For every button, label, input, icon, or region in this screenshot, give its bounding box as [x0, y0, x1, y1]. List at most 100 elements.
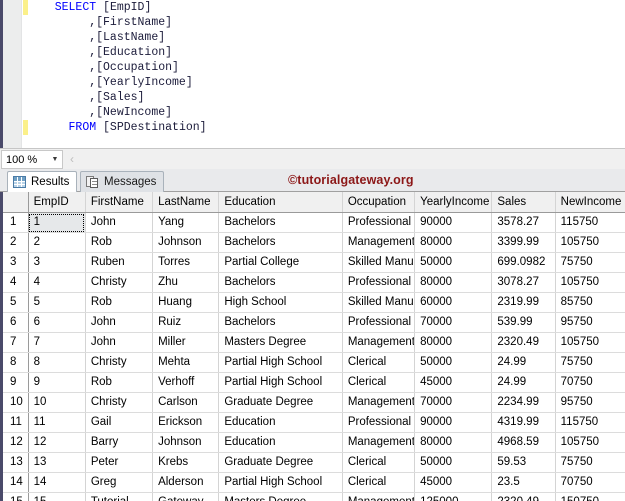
table-cell-sales[interactable]: 3578.27 [491, 212, 556, 233]
table-cell-lastname[interactable]: Krebs [152, 452, 220, 473]
table-cell-yearlyincome[interactable]: 50000 [414, 352, 493, 373]
table-cell-firstname[interactable]: Rob [85, 292, 154, 313]
table-cell-education[interactable]: Education [218, 432, 343, 453]
code-line[interactable]: FROM [SPDestination] [23, 120, 625, 135]
table-cell-occupation[interactable]: Skilled Manual [342, 252, 416, 273]
table-row[interactable]: 14 14 Greg Alderson Partial High School Cleri… [3, 472, 625, 493]
table-cell-firstname[interactable]: Barry [85, 432, 154, 453]
table-row[interactable]: 10 10 Christy Carlson Graduate Degree Managem… [3, 392, 625, 413]
table-cell-lastname[interactable]: Yang [152, 212, 220, 233]
table-cell-education[interactable]: Partial College [218, 252, 343, 273]
table-cell-yearlyincome[interactable]: 50000 [414, 252, 493, 273]
table-cell-sales[interactable]: 4319.99 [491, 412, 556, 433]
sql-editor-pane[interactable]: SELECT [EmpID] ,[FirstName] ,[LastName] … [0, 0, 625, 148]
table-cell-occupation[interactable]: Skilled Manual [342, 292, 416, 313]
table-cell-education[interactable]: Partial High School [218, 472, 343, 493]
table-cell-lastname[interactable]: Mehta [152, 352, 220, 373]
table-cell-occupation[interactable]: Professional [342, 212, 416, 233]
table-cell-empid[interactable]: 13 [28, 452, 86, 473]
table-row[interactable]: 55RobHuangHigh SchoolSkilled Manual60000… [3, 292, 625, 313]
table-cell-firstname[interactable]: John [85, 312, 154, 333]
table-row[interactable]: 6 6 John Ruiz Bachelors Professional 70000 539.… [3, 312, 625, 333]
code-line[interactable]: ,[Occupation] [23, 60, 625, 75]
table-cell-occupation[interactable]: Clerical [342, 372, 416, 393]
table-cell-empid[interactable]: 10 [28, 392, 86, 413]
code-line[interactable]: ,[YearlyIncome] [23, 75, 625, 90]
table-cell-occupation[interactable]: Management [342, 332, 416, 353]
table-cell-lastname[interactable]: Carlson [152, 392, 220, 413]
row-number-cell[interactable]: 6 [3, 312, 29, 333]
column-header-empid[interactable]: EmpID [28, 192, 86, 213]
table-row[interactable]: 4 4 Christy Zhu Bachelors Professional 80000 30… [3, 272, 625, 293]
code-line[interactable]: SELECT [EmpID] [23, 0, 625, 15]
table-cell-occupation[interactable]: Management [342, 432, 416, 453]
code-line[interactable]: ,[Education] [23, 45, 625, 60]
table-cell-yearlyincome[interactable]: 125000 [414, 492, 493, 501]
table-cell-firstname[interactable]: John [85, 332, 154, 353]
row-number-cell[interactable]: 14 [3, 472, 29, 493]
editor-indicator-margin[interactable] [3, 0, 22, 148]
table-cell-sales[interactable]: 23.5 [491, 472, 556, 493]
row-number-cell[interactable]: 2 [3, 232, 29, 253]
table-cell-sales[interactable]: 4968.59 [491, 432, 556, 453]
table-cell-empid[interactable]: 3 [28, 252, 86, 273]
table-cell-education[interactable]: Masters Degree [218, 332, 343, 353]
sql-code-area[interactable]: SELECT [EmpID] ,[FirstName] ,[LastName] … [23, 0, 625, 148]
row-number-cell[interactable]: 12 [3, 432, 29, 453]
table-cell-education[interactable]: Graduate Degree [218, 392, 343, 413]
table-cell-newincome[interactable]: 105750 [555, 272, 625, 293]
table-cell-lastname[interactable]: Torres [152, 252, 220, 273]
table-cell-sales[interactable]: 24.99 [491, 372, 556, 393]
table-cell-yearlyincome[interactable]: 80000 [414, 272, 493, 293]
table-cell-lastname[interactable]: Alderson [152, 472, 220, 493]
table-cell-education[interactable]: Graduate Degree [218, 452, 343, 473]
table-cell-newincome[interactable]: 115750 [555, 412, 625, 433]
table-cell-yearlyincome[interactable]: 45000 [414, 472, 493, 493]
table-row[interactable]: 13 13 Peter Krebs Graduate Degree Clerical 500… [3, 452, 625, 473]
table-row[interactable]: 7 7 John Miller Masters Degree Management 8000… [3, 332, 625, 353]
table-cell-occupation[interactable]: Professional [342, 272, 416, 293]
table-cell-occupation[interactable]: Management [342, 392, 416, 413]
table-row[interactable]: 3 3 Ruben Torres Partial College Skilled Manu… [3, 252, 625, 273]
table-cell-sales[interactable]: 539.99 [491, 312, 556, 333]
column-header-education[interactable]: Education [218, 192, 343, 213]
table-cell-empid[interactable]: 4 [28, 272, 86, 293]
table-cell-education[interactable]: Bachelors [218, 272, 343, 293]
table-cell-occupation[interactable]: Management [342, 492, 416, 501]
row-number-cell[interactable]: 9 [3, 372, 29, 393]
table-cell-empid[interactable]: 1 [28, 212, 86, 233]
table-cell-firstname[interactable]: Rob [85, 372, 154, 393]
column-header-occupation[interactable]: Occupation [342, 192, 416, 213]
row-number-cell[interactable]: 4 [3, 272, 29, 293]
table-cell-education[interactable]: Bachelors [218, 232, 343, 253]
table-cell-empid[interactable]: 7 [28, 332, 86, 353]
table-cell-empid[interactable]: 14 [28, 472, 86, 493]
table-cell-firstname[interactable]: Ruben [85, 252, 154, 273]
code-line[interactable]: ,[LastName] [23, 30, 625, 45]
table-cell-empid[interactable]: 12 [28, 432, 86, 453]
table-cell-firstname[interactable]: Christy [85, 392, 154, 413]
table-cell-empid[interactable]: 6 [28, 312, 86, 333]
table-cell-lastname[interactable]: Gateway [152, 492, 220, 501]
table-cell-sales[interactable]: 2319.99 [491, 292, 556, 313]
table-cell-newincome[interactable]: 70750 [555, 372, 625, 393]
table-cell-sales[interactable]: 59.53 [491, 452, 556, 473]
table-cell-newincome[interactable]: 105750 [555, 232, 625, 253]
table-cell-lastname[interactable]: Johnson [152, 432, 220, 453]
table-cell-sales[interactable]: 24.99 [491, 352, 556, 373]
table-cell-empid[interactable]: 11 [28, 412, 86, 433]
table-cell-occupation[interactable]: Clerical [342, 452, 416, 473]
table-cell-newincome[interactable]: 105750 [555, 332, 625, 353]
results-grid[interactable]: EmpID FirstName LastName Education Occup… [0, 192, 625, 501]
table-cell-education[interactable]: Bachelors [218, 312, 343, 333]
table-cell-yearlyincome[interactable]: 70000 [414, 312, 493, 333]
row-number-cell[interactable]: 1 [3, 212, 29, 233]
code-line[interactable]: ,[FirstName] [23, 15, 625, 30]
table-row[interactable]: 12 12 Barry Johnson Education Management 80000… [3, 432, 625, 453]
table-cell-sales[interactable]: 699.0982 [491, 252, 556, 273]
row-number-cell[interactable]: 3 [3, 252, 29, 273]
table-cell-yearlyincome[interactable]: 90000 [414, 212, 493, 233]
table-cell-sales[interactable]: 3078.27 [491, 272, 556, 293]
table-cell-sales[interactable]: 2320.49 [491, 492, 556, 501]
table-cell-yearlyincome[interactable]: 50000 [414, 452, 493, 473]
